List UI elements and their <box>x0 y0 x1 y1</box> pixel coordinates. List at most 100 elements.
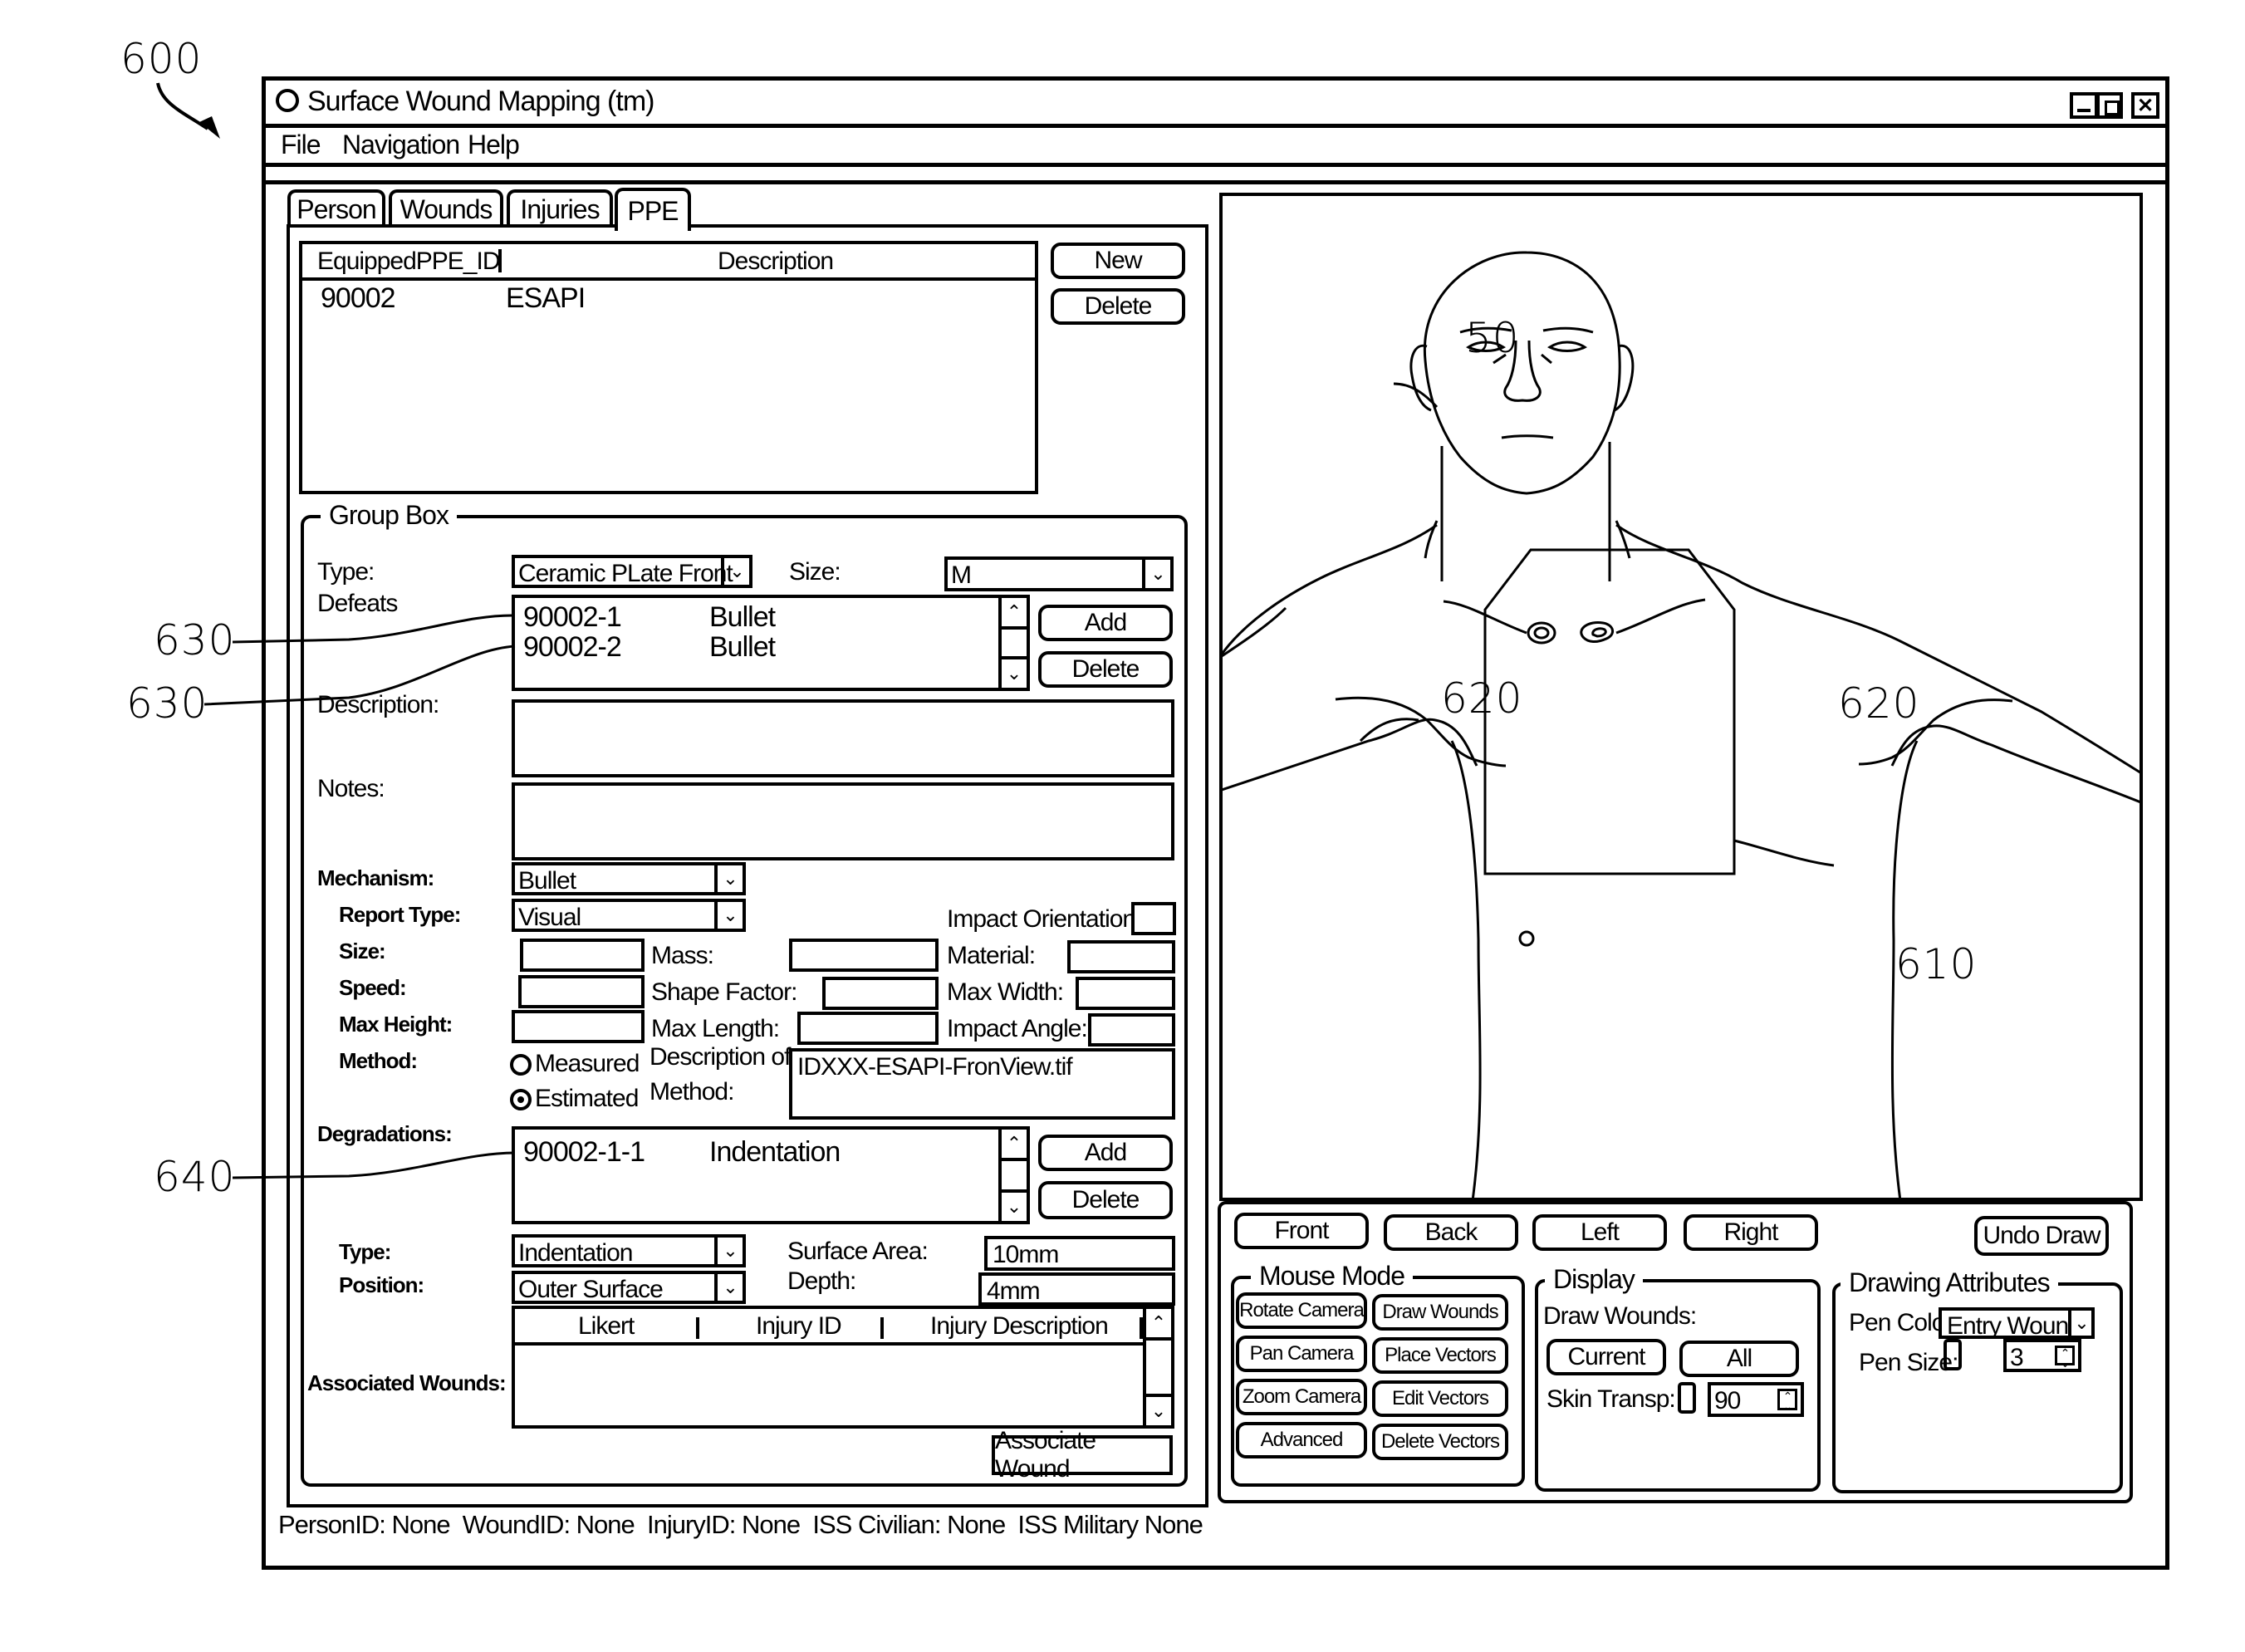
tab-ppe[interactable]: PPE <box>615 188 691 231</box>
max-width-field[interactable] <box>1076 977 1175 1010</box>
depth-field[interactable]: 4mm <box>978 1272 1175 1306</box>
maximize-button[interactable] <box>2096 92 2123 119</box>
degradations-scrollbar[interactable]: ⌃ ⌄ <box>998 1130 1027 1221</box>
degradations-list-item[interactable]: 90002-1-1 Indentation <box>515 1136 980 1168</box>
associated-wounds-scrollbar[interactable]: ⌃ ⌄ <box>1143 1309 1171 1425</box>
material-field[interactable] <box>1067 940 1175 973</box>
view-back-button[interactable]: Back <box>1384 1214 1518 1251</box>
minimize-icon <box>2077 109 2091 112</box>
chevron-down-icon: ⌄ <box>2068 1311 2091 1336</box>
spinner-updown-icon[interactable]: ⌃ ⌄ <box>1777 1389 1797 1412</box>
figure-ref-610: 610 <box>1895 940 1978 988</box>
close-icon: ✕ <box>2136 94 2154 117</box>
display-title: Display <box>1545 1264 1643 1295</box>
ppe-new-button[interactable]: New <box>1051 243 1185 279</box>
place-vectors-button[interactable]: Place Vectors <box>1372 1337 1508 1374</box>
minimize-button[interactable] <box>2070 92 2098 119</box>
view-left-button[interactable]: Left <box>1532 1214 1667 1251</box>
chevron-down-icon: ⌄ <box>714 902 743 929</box>
mouth <box>1501 434 1554 439</box>
max-length-label: Max Length: <box>651 1015 780 1042</box>
surface-area-field[interactable]: 10mm <box>984 1236 1175 1271</box>
description-of-method-label: Description of <box>649 1043 791 1071</box>
view-front-button[interactable]: Front <box>1234 1213 1369 1249</box>
impact-orientation-field[interactable] <box>1131 902 1176 935</box>
ppe-delete-button[interactable]: Delete <box>1051 288 1185 325</box>
pen-size-slider[interactable] <box>1944 1339 1962 1370</box>
figure-ref-620-left: 620 <box>1441 674 1523 723</box>
impact-angle-label: Impact Angle: <box>947 1015 1088 1042</box>
view-right-button[interactable]: Right <box>1684 1214 1818 1251</box>
degradations-add-button[interactable]: Add <box>1038 1135 1173 1171</box>
scroll-down-icon[interactable]: ⌄ <box>1002 656 1027 688</box>
pen-size-value: 3 <box>2010 1344 2024 1371</box>
degradations-delete-button[interactable]: Delete <box>1038 1181 1173 1219</box>
defeats-delete-button[interactable]: Delete <box>1038 651 1173 688</box>
associate-wound-button[interactable]: Associate Wound <box>992 1427 1173 1483</box>
pan-camera-button[interactable]: Pan Camera <box>1236 1336 1367 1372</box>
delete-vectors-button[interactable]: Delete Vectors <box>1372 1424 1508 1460</box>
col-injury-id[interactable]: Injury ID <box>756 1314 842 1339</box>
rotate-camera-button[interactable]: Rotate Camera <box>1236 1292 1367 1329</box>
defeats-list-item[interactable]: 90002-1 Bullet <box>515 601 980 633</box>
max-length-field[interactable] <box>797 1012 939 1045</box>
degradations-list: 90002-1-1 Indentation ⌃ ⌄ <box>512 1126 1030 1224</box>
advanced-button[interactable]: Advanced <box>1236 1422 1367 1458</box>
wound-right <box>1580 620 1614 643</box>
col-description[interactable]: Description <box>718 249 834 274</box>
pen-color-value: Entry Wound <box>1947 1312 2068 1340</box>
associated-wounds-table: Likert Injury ID Injury Description ⌃ ⌄ <box>512 1306 1174 1429</box>
mouse-mode-title: Mouse Mode <box>1251 1261 1413 1292</box>
mass-field[interactable] <box>789 939 939 972</box>
skin-transp-slider[interactable] <box>1678 1382 1696 1414</box>
col-injury-description[interactable]: Injury Description <box>930 1314 1109 1339</box>
scroll-down-icon[interactable]: ⌄ <box>1002 1189 1027 1221</box>
col-divider <box>880 1317 884 1339</box>
max-width-label: Max Width: <box>947 978 1064 1006</box>
position-select[interactable]: Outer Surface ⌄ <box>512 1271 746 1304</box>
chevron-down-icon: ⌄ <box>714 865 743 892</box>
body-model[interactable] <box>1219 193 2143 1201</box>
chevron-down-icon: ⌄ <box>1142 560 1170 588</box>
impact-orientation-label: Impact Orientation: <box>947 905 1142 933</box>
description-of-method-field[interactable]: IDXXX-ESAPI-FronView.tif <box>789 1048 1175 1120</box>
defeat-type: Bullet <box>709 601 776 633</box>
defeats-add-button[interactable]: Add <box>1038 605 1173 641</box>
chevron-down-icon: ⌄ <box>721 558 749 585</box>
depth-label: Depth: <box>787 1267 856 1295</box>
notes-textarea[interactable] <box>512 782 1174 860</box>
close-button[interactable]: ✕ <box>2131 92 2159 119</box>
defeats-list-item[interactable]: 90002-2 Bullet <box>515 631 980 661</box>
draw-all-button[interactable]: All <box>1679 1341 1799 1377</box>
description-of-method-label-2: Method: <box>649 1078 734 1105</box>
ppe-size-select[interactable]: M ⌄ <box>944 556 1174 591</box>
zoom-camera-button[interactable]: Zoom Camera <box>1236 1379 1367 1415</box>
mass-label: Mass: <box>651 942 714 969</box>
scroll-up-icon[interactable]: ⌃ <box>1002 1130 1027 1161</box>
col-likert[interactable]: Likert <box>578 1314 635 1339</box>
callout-lines-left <box>203 614 516 1179</box>
associated-wounds-label: Associated Wounds: <box>307 1370 507 1395</box>
position-label: Position: <box>339 1272 424 1297</box>
right-eye <box>1547 341 1587 352</box>
shape-factor-field[interactable] <box>822 977 939 1010</box>
skin-transp-spinner[interactable]: 90 ⌃ ⌄ <box>1708 1382 1804 1417</box>
draw-wounds-button[interactable]: Draw Wounds <box>1372 1294 1508 1331</box>
scroll-down-icon[interactable]: ⌄ <box>1146 1394 1171 1425</box>
scroll-up-icon[interactable]: ⌃ <box>1002 598 1027 630</box>
pen-color-select[interactable]: Entry Wound ⌄ <box>1939 1307 2095 1340</box>
skin-transp-label: Skin Transp: <box>1547 1385 1676 1413</box>
undo-draw-button[interactable]: Undo Draw <box>1974 1216 2109 1256</box>
description-textarea[interactable] <box>512 699 1174 777</box>
edit-vectors-button[interactable]: Edit Vectors <box>1372 1380 1508 1417</box>
size-label: Size: <box>789 558 841 586</box>
draw-current-button[interactable]: Current <box>1547 1339 1666 1375</box>
impact-angle-field[interactable] <box>1088 1013 1175 1047</box>
pen-size-spinner[interactable]: 3 ⌃ ⌄ <box>2003 1339 2081 1372</box>
spinner-updown-icon[interactable]: ⌃ ⌄ <box>2055 1346 2075 1369</box>
head-outline <box>1423 251 1621 495</box>
status-bar: PersonID: None WoundID: None InjuryID: N… <box>278 1510 1203 1539</box>
scroll-up-icon[interactable]: ⌃ <box>1146 1309 1171 1341</box>
defeats-scrollbar[interactable]: ⌃ ⌄ <box>998 598 1027 688</box>
defeats-list: 90002-1 Bullet 90002-2 Bullet ⌃ ⌄ <box>512 595 1030 691</box>
